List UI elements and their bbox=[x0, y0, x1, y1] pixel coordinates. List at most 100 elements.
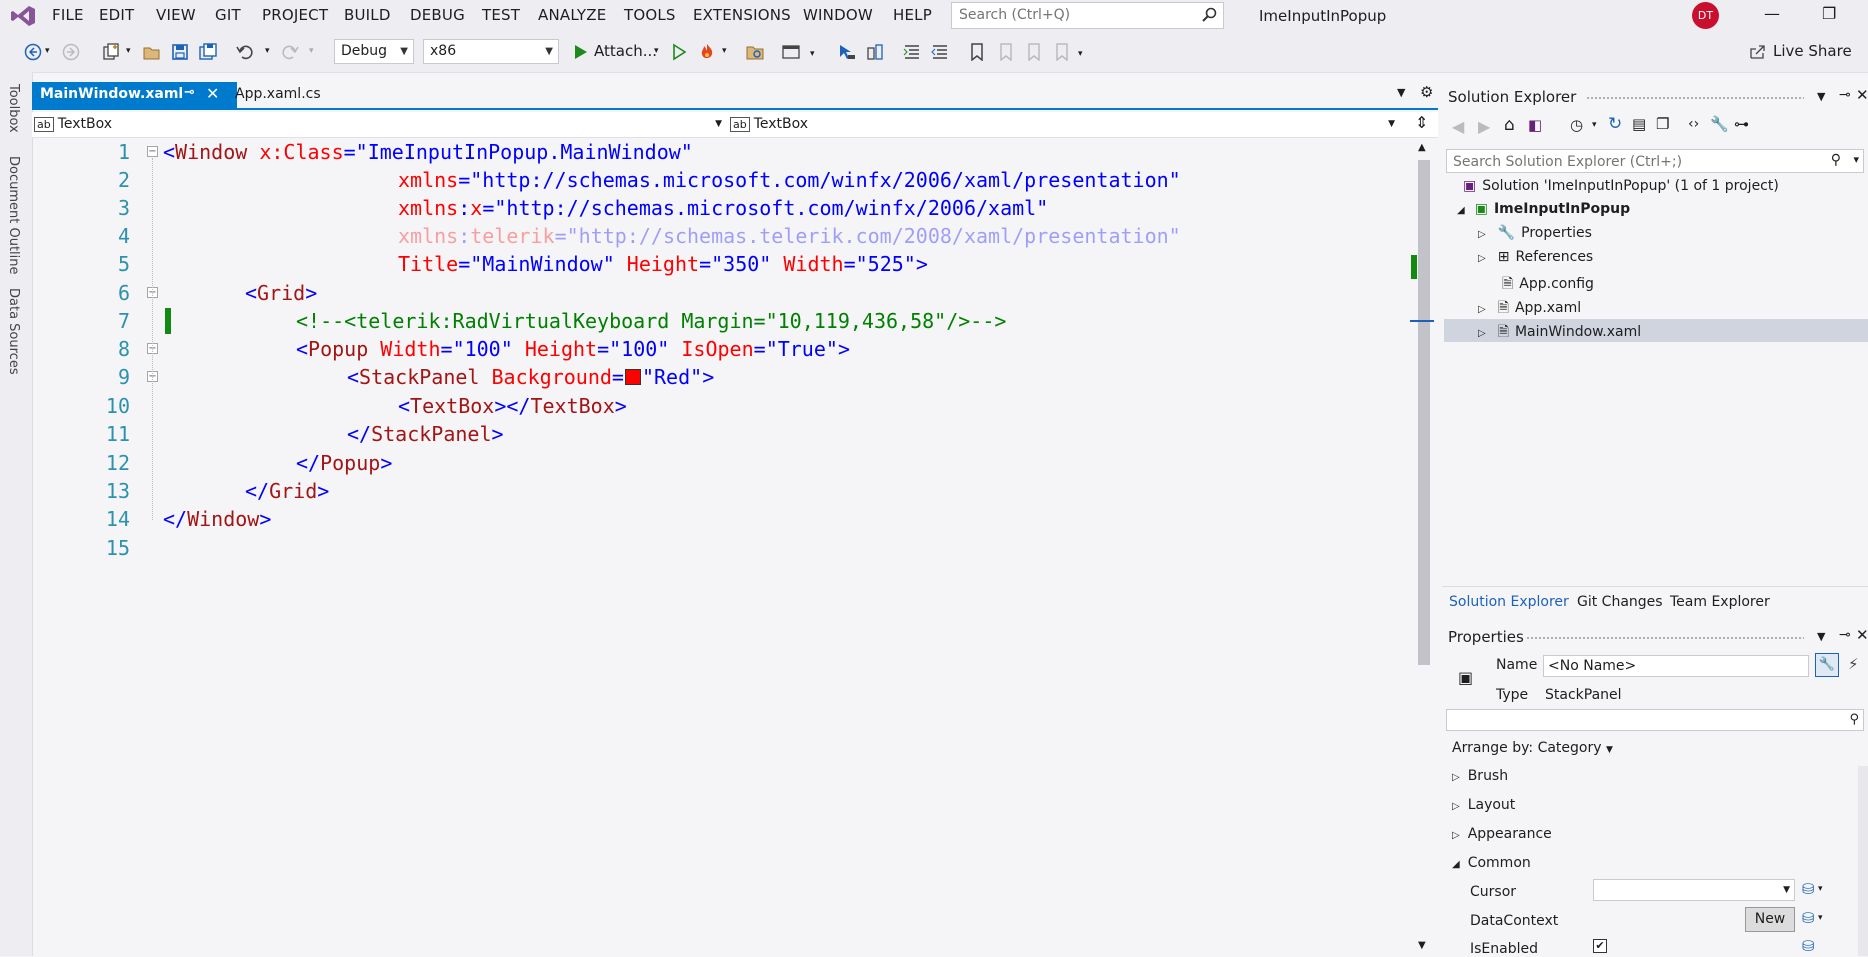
tree-project[interactable]: ◢ ▣ ImeInputInPopup bbox=[1457, 201, 1630, 217]
panel-grip[interactable] bbox=[1586, 96, 1804, 100]
bookmark-icon[interactable] bbox=[968, 43, 986, 61]
chevron-down-icon[interactable]: ▾ bbox=[1592, 120, 1597, 130]
live-share-button[interactable]: Live Share bbox=[1773, 42, 1852, 60]
select-element-icon[interactable] bbox=[838, 43, 856, 61]
next-bookmark-icon[interactable] bbox=[1024, 43, 1042, 61]
redo-icon[interactable] bbox=[281, 43, 299, 61]
tab-mainwindow-xaml[interactable]: MainWindow.xaml ⊸ ✕ bbox=[32, 82, 237, 108]
chevron-down-icon[interactable]: ▾ bbox=[45, 46, 50, 56]
menu-window[interactable]: WINDOW bbox=[803, 6, 873, 24]
chevron-down-icon[interactable]: ▾ bbox=[810, 49, 815, 59]
global-search-box[interactable] bbox=[951, 2, 1224, 29]
tab-overflow-icon[interactable]: ▼ bbox=[1397, 86, 1405, 99]
panel-grip[interactable] bbox=[1526, 636, 1804, 640]
user-avatar[interactable]: DT bbox=[1692, 2, 1719, 29]
tree-item-app-config[interactable]: 🗎 App.config bbox=[1502, 273, 1594, 297]
collapse-icon[interactable]: − bbox=[147, 146, 158, 157]
back-icon[interactable]: ◀ bbox=[1452, 117, 1464, 136]
menu-project[interactable]: PROJECT bbox=[262, 6, 328, 24]
scrollbar-thumb[interactable] bbox=[1418, 160, 1430, 665]
tree-item-app-xaml[interactable]: ▷ 🗎 App.xaml bbox=[1478, 297, 1581, 321]
data-binding-icon[interactable]: ⛁ bbox=[1802, 880, 1815, 898]
tree-item-mainwindow-xaml[interactable]: ▷ 🗎 MainWindow.xaml bbox=[1478, 321, 1641, 345]
navigate-forward-icon[interactable] bbox=[62, 43, 80, 61]
toolbox-tab[interactable]: Toolbox bbox=[6, 84, 21, 133]
minimize-icon[interactable]: — bbox=[1764, 4, 1780, 23]
data-sources-tab[interactable]: Data Sources bbox=[6, 288, 21, 375]
pin-icon[interactable]: ⊸ bbox=[184, 85, 195, 100]
menu-build[interactable]: BUILD bbox=[344, 6, 391, 24]
track-focus-icon[interactable] bbox=[866, 43, 884, 61]
solution-search-box[interactable]: ⚲ ▾ bbox=[1446, 149, 1864, 173]
scroll-up-icon[interactable]: ▲ bbox=[1418, 142, 1426, 153]
save-icon[interactable] bbox=[171, 43, 189, 61]
attach-button[interactable]: Attach... bbox=[594, 42, 657, 60]
tab-solution-explorer[interactable]: Solution Explorer bbox=[1449, 594, 1569, 610]
hot-reload-icon[interactable] bbox=[698, 43, 716, 61]
preview-icon[interactable]: ⊶ bbox=[1734, 115, 1749, 133]
close-icon[interactable]: ✕ bbox=[1856, 626, 1868, 644]
menu-analyze[interactable]: ANALYZE bbox=[538, 6, 606, 24]
start-debugging-icon[interactable] bbox=[572, 43, 590, 61]
name-field[interactable]: <No Name> bbox=[1543, 655, 1809, 677]
document-outline-tab[interactable]: Document Outline bbox=[6, 156, 21, 275]
show-all-files-icon[interactable]: ❐ bbox=[1656, 115, 1669, 133]
properties-search-box[interactable]: ⚲ bbox=[1446, 709, 1864, 731]
wrench-icon[interactable]: 🔧 bbox=[1710, 115, 1729, 133]
chevron-down-icon[interactable]: ▾ bbox=[654, 46, 659, 56]
open-folder-icon[interactable] bbox=[143, 43, 161, 61]
isenabled-checkbox[interactable]: ✔ bbox=[1593, 939, 1607, 953]
chevron-down-icon[interactable]: ▾ bbox=[1853, 153, 1859, 166]
chevron-down-icon[interactable]: ▾ bbox=[1818, 884, 1823, 894]
comment-lines-icon[interactable] bbox=[903, 43, 921, 61]
save-all-icon[interactable] bbox=[199, 43, 217, 61]
scroll-down-icon[interactable]: ▼ bbox=[1418, 940, 1426, 951]
menu-edit[interactable]: EDIT bbox=[99, 6, 134, 24]
new-project-icon[interactable] bbox=[102, 43, 120, 61]
clear-bookmarks-icon[interactable] bbox=[1052, 43, 1070, 61]
close-icon[interactable]: ✕ bbox=[206, 84, 219, 103]
pin-icon[interactable]: ⊸ bbox=[1839, 87, 1851, 103]
collapse-all-icon[interactable]: ▤ bbox=[1632, 115, 1646, 133]
solution-platform-dropdown[interactable]: x86 ▼ bbox=[423, 39, 559, 64]
element-type-dropdown[interactable]: ab TextBox ▼ bbox=[34, 112, 722, 136]
visual-studio-logo-icon[interactable] bbox=[10, 5, 36, 27]
window-position-icon[interactable]: ▼ bbox=[1817, 630, 1825, 643]
window-position-icon[interactable]: ▼ bbox=[1817, 90, 1825, 103]
cursor-dropdown[interactable]: ▼ bbox=[1593, 879, 1795, 901]
view-code-icon[interactable]: ‹› bbox=[1688, 116, 1699, 132]
data-binding-icon[interactable]: ⛁ bbox=[1802, 937, 1815, 955]
gear-icon[interactable]: ⚙ bbox=[1420, 83, 1433, 101]
home-icon[interactable]: ⌂ bbox=[1504, 115, 1515, 135]
properties-view-button[interactable]: 🔧 bbox=[1815, 653, 1839, 677]
menu-git[interactable]: GIT bbox=[215, 6, 241, 24]
undo-icon[interactable] bbox=[236, 43, 254, 61]
properties-scrollbar[interactable] bbox=[1858, 766, 1868, 956]
category-common[interactable]: ◢ Common bbox=[1452, 855, 1531, 871]
navigate-back-icon[interactable] bbox=[24, 43, 42, 61]
layout-window-icon[interactable] bbox=[782, 43, 800, 61]
tab-team-explorer[interactable]: Team Explorer bbox=[1670, 594, 1770, 610]
element-member-dropdown[interactable]: ab TextBox ▼ bbox=[730, 112, 1395, 136]
chevron-down-icon[interactable]: ▾ bbox=[1818, 913, 1823, 923]
menu-debug[interactable]: DEBUG bbox=[410, 6, 465, 24]
sync-icon[interactable]: ↻ bbox=[1608, 114, 1622, 134]
arrange-by-dropdown[interactable]: Arrange by: Category ▼ bbox=[1452, 740, 1613, 756]
tree-item-properties[interactable]: ▷ 🔧 Properties bbox=[1478, 225, 1592, 241]
solution-search-input[interactable] bbox=[1451, 153, 1835, 171]
chevron-down-icon[interactable]: ▾ bbox=[1078, 49, 1083, 59]
uncomment-lines-icon[interactable] bbox=[931, 43, 949, 61]
tree-solution[interactable]: ▣ Solution 'ImeInputInPopup' (1 of 1 proj… bbox=[1463, 178, 1779, 194]
pending-changes-icon[interactable]: ◷ bbox=[1570, 116, 1583, 134]
menu-file[interactable]: FILE bbox=[52, 6, 84, 24]
category-appearance[interactable]: ▷ Appearance bbox=[1452, 826, 1552, 842]
category-brush[interactable]: ▷ Brush bbox=[1452, 768, 1508, 784]
close-icon[interactable]: ✕ bbox=[1856, 86, 1868, 104]
browse-folder-icon[interactable] bbox=[746, 43, 764, 61]
menu-view[interactable]: VIEW bbox=[156, 6, 196, 24]
menu-help[interactable]: HELP bbox=[893, 6, 932, 24]
solution-configuration-dropdown[interactable]: Debug ▼ bbox=[334, 39, 414, 64]
global-search-input[interactable] bbox=[957, 6, 1191, 24]
chevron-down-icon[interactable]: ▾ bbox=[309, 46, 314, 56]
restore-icon[interactable]: ❐ bbox=[1822, 4, 1836, 23]
